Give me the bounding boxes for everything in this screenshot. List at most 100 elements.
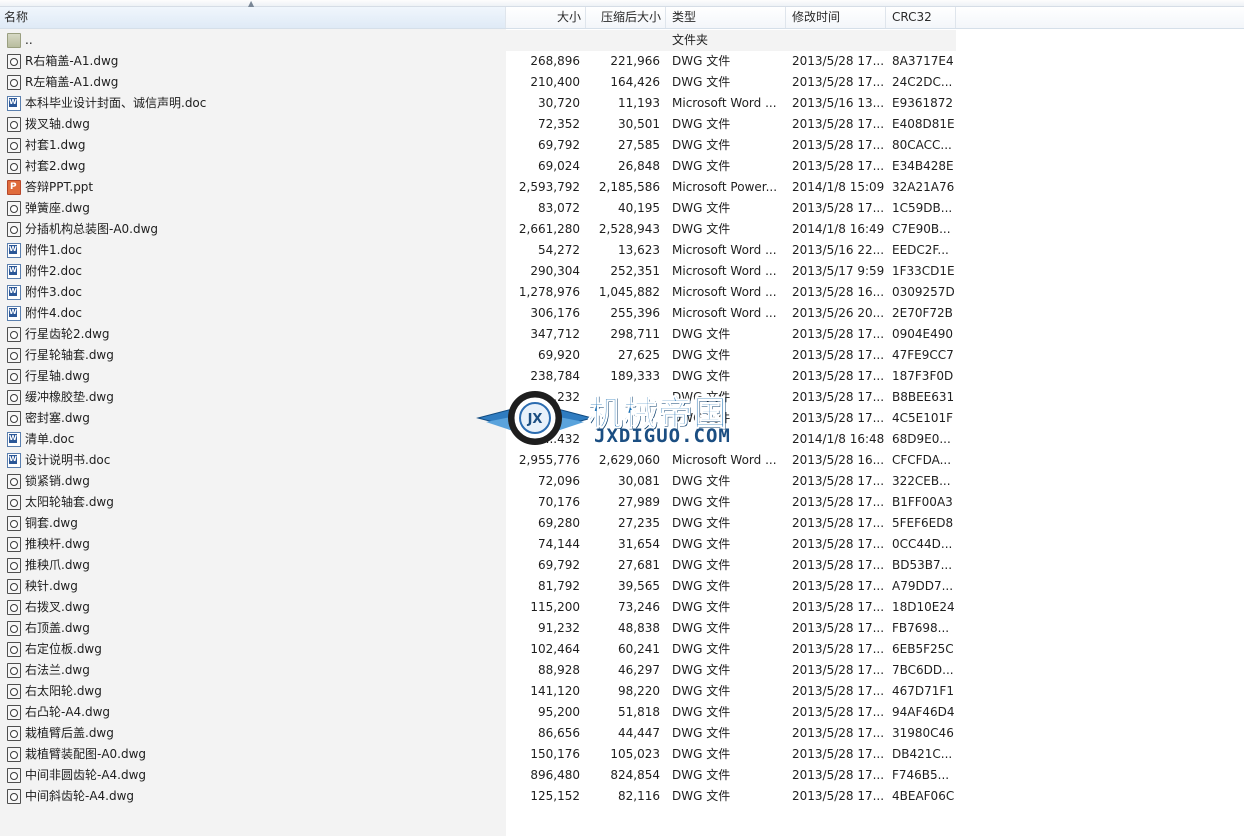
- file-name: R右箱盖-A1.dwg: [25, 54, 119, 68]
- column-modified[interactable]: 修改时间: [786, 7, 886, 28]
- file-name-cell: 推秧爪.dwg: [7, 555, 505, 576]
- file-name-cell: 设计说明书.doc: [7, 450, 505, 471]
- file-crc32: 18D10E24: [892, 600, 955, 614]
- file-size: 69,024: [538, 159, 580, 173]
- file-name: 右定位板.dwg: [25, 642, 102, 656]
- file-row[interactable]: 中间斜齿轮-A4.dwg 125,152 82,116 DWG 文件 2013/5/28…: [0, 786, 960, 807]
- file-row[interactable]: 附件4.doc 306,176 255,396 Microsoft Word ... 2…: [0, 303, 960, 324]
- file-row[interactable]: 右顶盖.dwg 91,232 48,838 DWG 文件 2013/5/28 17...…: [0, 618, 960, 639]
- column-packed-size[interactable]: 压缩后大小: [586, 7, 666, 28]
- file-modified: 2013/5/28 17...: [792, 621, 885, 635]
- dwg-file-icon: [7, 747, 21, 762]
- file-modified: 2013/5/28 17...: [792, 579, 885, 593]
- file-crc32: B8BEE631: [892, 390, 955, 404]
- file-size: 69,792: [538, 558, 580, 572]
- file-type: DWG 文件: [672, 684, 731, 698]
- file-crc32: 24C2DC...: [892, 75, 953, 89]
- file-row[interactable]: 附件2.doc 290,304 252,351 Microsoft Word ... 2…: [0, 261, 960, 282]
- file-crc32: 94AF46D4: [892, 705, 955, 719]
- file-row[interactable]: 右法兰.dwg 88,928 46,297 DWG 文件 2013/5/28 17...…: [0, 660, 960, 681]
- file-row[interactable]: 推秧爪.dwg 69,792 27,681 DWG 文件 2013/5/28 17...…: [0, 555, 960, 576]
- file-row[interactable]: 行星轮轴套.dwg 69,920 27,625 DWG 文件 2013/5/28 17.…: [0, 345, 960, 366]
- file-crc32: BD53B7...: [892, 558, 953, 572]
- file-row[interactable]: 弹簧座.dwg 83,072 40,195 DWG 文件 2013/5/28 17...…: [0, 198, 960, 219]
- file-name: 拨叉轴.dwg: [25, 117, 90, 131]
- parent-folder-row[interactable]: .. 文件夹: [0, 30, 956, 51]
- file-type: DWG 文件: [672, 705, 731, 719]
- file-name-cell: 右凸轮-A4.dwg: [7, 702, 505, 723]
- file-row[interactable]: 拨叉轴.dwg 72,352 30,501 DWG 文件 2013/5/28 17...…: [0, 114, 960, 135]
- file-name: 右拨叉.dwg: [25, 600, 90, 614]
- file-modified: 2013/5/28 17...: [792, 726, 885, 740]
- word-doc-icon: [7, 432, 21, 447]
- column-crc32[interactable]: CRC32: [886, 7, 956, 28]
- file-row[interactable]: 太阳轮轴套.dwg 70,176 27,989 DWG 文件 2013/5/28 17.…: [0, 492, 960, 513]
- file-row[interactable]: 推秧杆.dwg 74,144 31,654 DWG 文件 2013/5/28 17...…: [0, 534, 960, 555]
- file-modified: 2013/5/16 13...: [792, 96, 885, 110]
- file-row[interactable]: 衬套2.dwg 69,024 26,848 DWG 文件 2013/5/28 17...…: [0, 156, 960, 177]
- word-doc-icon: [7, 285, 21, 300]
- file-row[interactable]: 行星齿轮2.dwg 347,712 298,711 DWG 文件 2013/5/28 1…: [0, 324, 960, 345]
- file-row[interactable]: 右定位板.dwg 102,464 60,241 DWG 文件 2013/5/28 17.…: [0, 639, 960, 660]
- file-size: 81,792: [538, 579, 580, 593]
- file-row[interactable]: 栽植臂装配图-A0.dwg 150,176 105,023 DWG 文件 2013/5/…: [0, 744, 960, 765]
- file-packed-size: 73,246: [618, 600, 660, 614]
- file-modified: 2013/5/28 17...: [792, 75, 885, 89]
- file-name: 附件1.doc: [25, 243, 83, 257]
- dwg-file-icon: [7, 201, 21, 216]
- file-row[interactable]: 铜套.dwg 69,280 27,235 DWG 文件 2013/5/28 17... 5…: [0, 513, 960, 534]
- file-row[interactable]: 本科毕业设计封面、诚信声明.doc 30,720 11,193 Microsoft W…: [0, 93, 960, 114]
- file-modified: 2013/5/28 17...: [792, 537, 885, 551]
- file-modified: 2013/5/28 17...: [792, 768, 885, 782]
- file-size: 54,272: [538, 243, 580, 257]
- file-packed-size: 164,426: [610, 75, 660, 89]
- file-packed-size: 30,081: [618, 474, 660, 488]
- column-name[interactable]: 名称: [0, 7, 506, 28]
- file-type: DWG 文件: [672, 789, 731, 803]
- file-size: 86,656: [538, 726, 580, 740]
- file-modified: 2013/5/28 17...: [792, 516, 885, 530]
- file-name-cell: 行星齿轮2.dwg: [7, 324, 505, 345]
- file-name-cell: R左箱盖-A1.dwg: [7, 72, 505, 93]
- column-type[interactable]: 类型: [666, 7, 786, 28]
- file-row[interactable]: 衬套1.dwg 69,792 27,585 DWG 文件 2013/5/28 17...…: [0, 135, 960, 156]
- file-row[interactable]: 中间非圆齿轮-A4.dwg 896,480 824,854 DWG 文件 2013/5/…: [0, 765, 960, 786]
- file-crc32: F746B5...: [892, 768, 950, 782]
- file-packed-size: 26,848: [618, 159, 660, 173]
- file-row[interactable]: 右太阳轮.dwg 141,120 98,220 DWG 文件 2013/5/28 17.…: [0, 681, 960, 702]
- file-name-cell: 清单.doc: [7, 429, 505, 450]
- file-type: DWG 文件: [672, 558, 731, 572]
- file-row[interactable]: 右凸轮-A4.dwg 95,200 51,818 DWG 文件 2013/5/28 17…: [0, 702, 960, 723]
- file-name: 本科毕业设计封面、诚信声明.doc: [25, 96, 207, 110]
- dwg-file-icon: [7, 705, 21, 720]
- file-row[interactable]: 右拨叉.dwg 115,200 73,246 DWG 文件 2013/5/28 17..…: [0, 597, 960, 618]
- file-name-cell: 附件2.doc: [7, 261, 505, 282]
- file-row[interactable]: 分插机构总装图-A0.dwg 2,661,280 2,528,943 DWG 文件 20…: [0, 219, 960, 240]
- file-row[interactable]: 栽植臂后盖.dwg 86,656 44,447 DWG 文件 2013/5/28 17.…: [0, 723, 960, 744]
- file-name: 锁紧销.dwg: [25, 474, 90, 488]
- file-row[interactable]: 答辩PPT.ppt 2,593,792 2,185,586 Microsoft Pow…: [0, 177, 960, 198]
- file-row[interactable]: 锁紧销.dwg 72,096 30,081 DWG 文件 2013/5/28 17...…: [0, 471, 960, 492]
- file-row[interactable]: R左箱盖-A1.dwg 210,400 164,426 DWG 文件 2013/5/28…: [0, 72, 960, 93]
- file-type: DWG 文件: [672, 348, 731, 362]
- file-row[interactable]: R右箱盖-A1.dwg 268,896 221,966 DWG 文件 2013/5/28…: [0, 51, 960, 72]
- file-modified: 2013/5/28 17...: [792, 747, 885, 761]
- file-size: 347,712: [530, 327, 580, 341]
- file-row[interactable]: 秧针.dwg 81,792 39,565 DWG 文件 2013/5/28 17... A…: [0, 576, 960, 597]
- file-name: 附件2.doc: [25, 264, 83, 278]
- file-type: DWG 文件: [672, 768, 731, 782]
- dwg-file-icon: [7, 75, 21, 90]
- file-name: 衬套2.dwg: [25, 159, 86, 173]
- file-row[interactable]: 设计说明书.doc 2,955,776 2,629,060 Microsoft Wor…: [0, 450, 960, 471]
- file-name-cell: 行星轴.dwg: [7, 366, 505, 387]
- window-top-edge: [0, 0, 1244, 7]
- dwg-file-icon: [7, 516, 21, 531]
- file-row[interactable]: 附件3.doc 1,278,976 1,045,882 Microsoft Word …: [0, 282, 960, 303]
- file-name-cell: 衬套1.dwg: [7, 135, 505, 156]
- file-crc32: 0CC44D...: [892, 537, 953, 551]
- file-row[interactable]: 附件1.doc 54,272 13,623 Microsoft Word ... 201…: [0, 240, 960, 261]
- file-packed-size: 27,585: [618, 138, 660, 152]
- file-type: DWG 文件: [672, 201, 731, 215]
- file-name-cell: 答辩PPT.ppt: [7, 177, 505, 198]
- column-size[interactable]: 大小: [506, 7, 586, 28]
